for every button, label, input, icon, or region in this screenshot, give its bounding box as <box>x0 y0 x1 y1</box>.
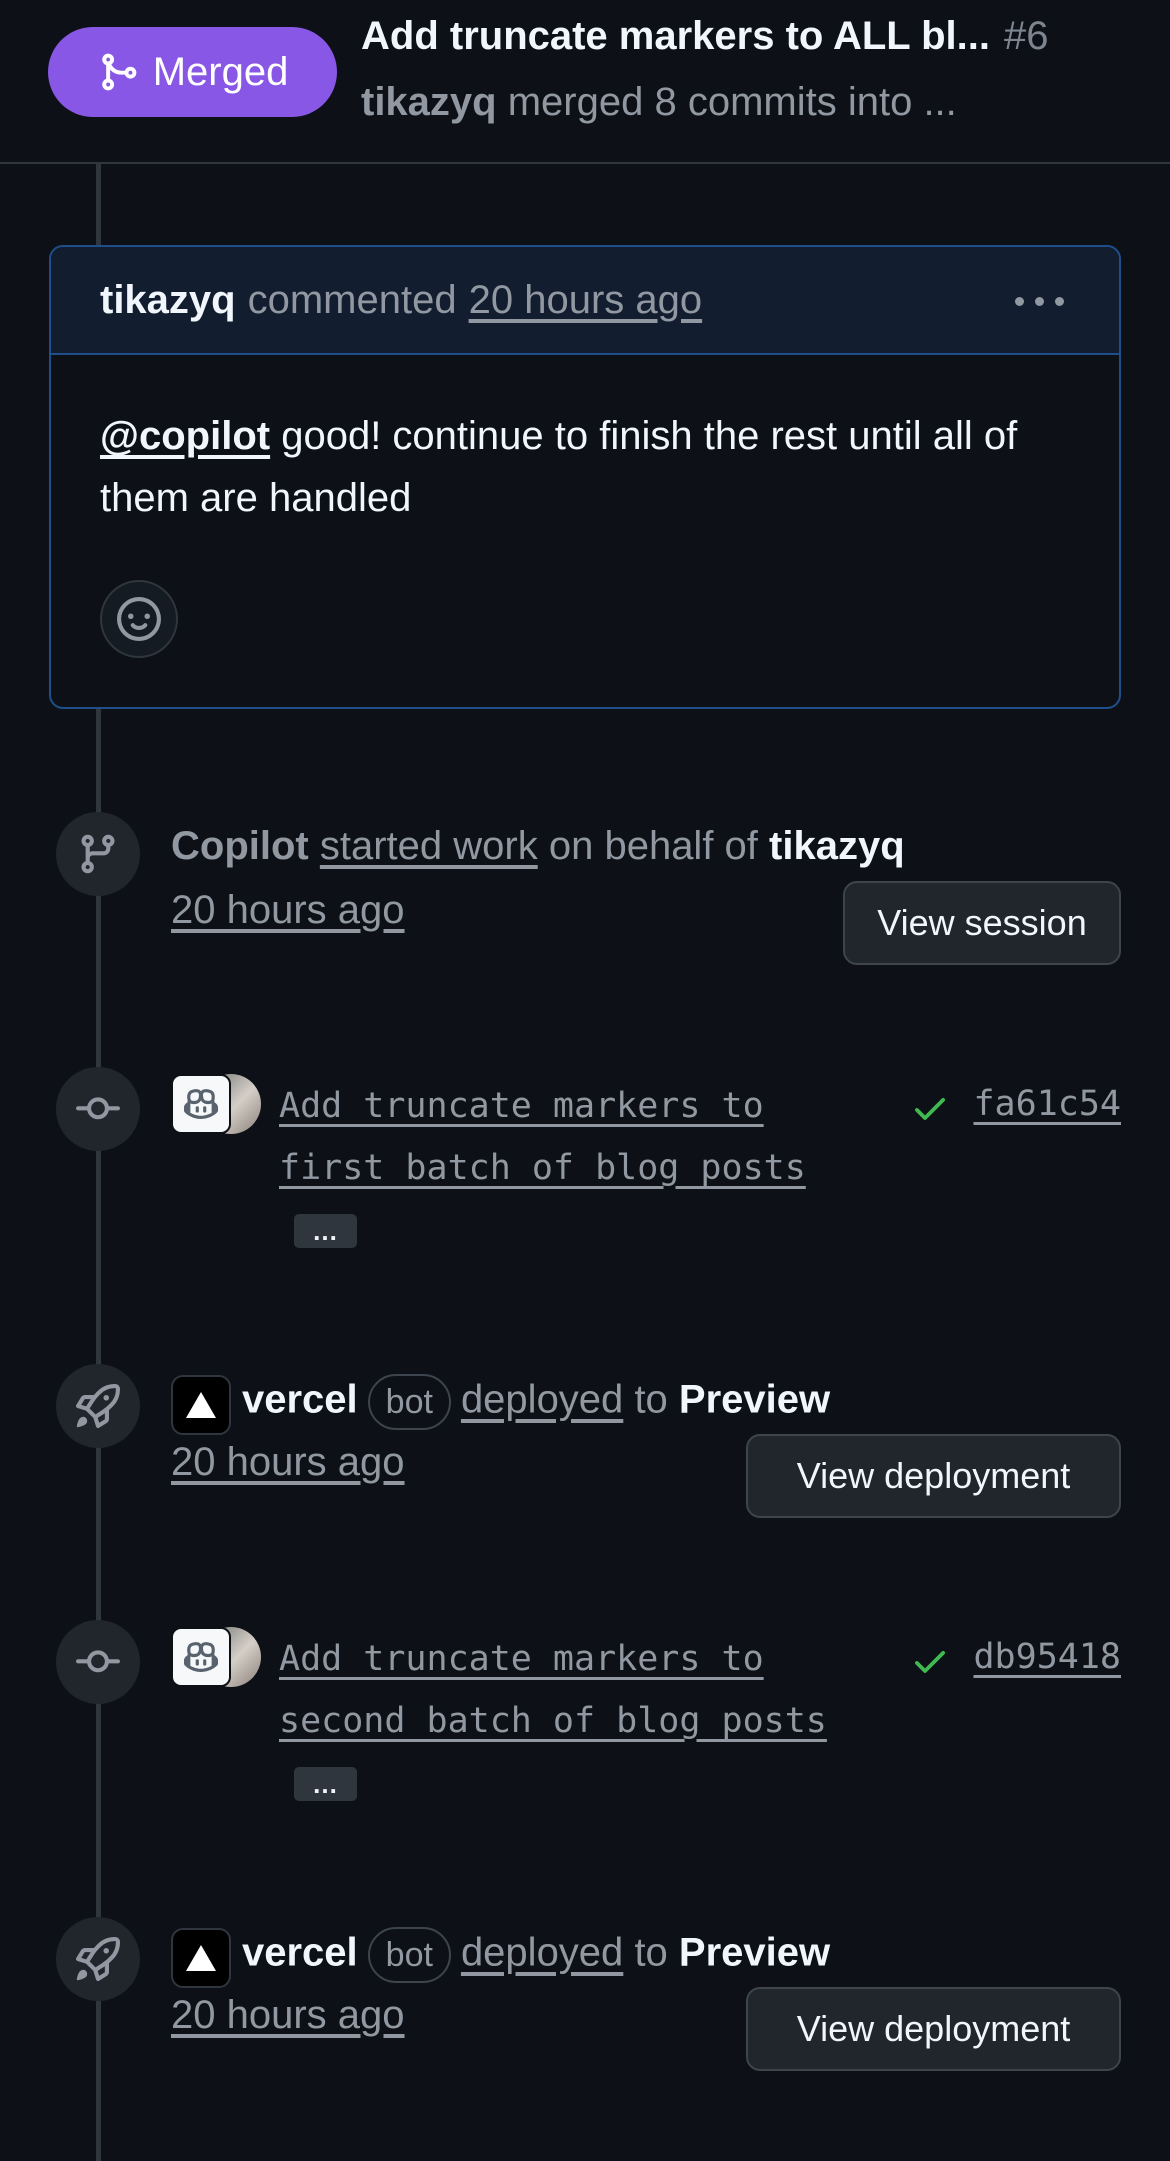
view-deployment-button[interactable]: View deployment <box>746 1987 1121 2071</box>
rocket-icon <box>56 1364 140 1448</box>
git-merge-icon <box>101 53 137 91</box>
copilot-icon <box>171 1627 231 1687</box>
view-deployment-button[interactable]: View deployment <box>746 1434 1121 1518</box>
merge-summary-text: merged 8 commits into ... <box>507 80 957 124</box>
pr-title-text: Add truncate markers to ALL bl... <box>361 14 991 58</box>
deployment-actor[interactable]: vercel <box>242 1931 358 1975</box>
session-behalf-user[interactable]: tikazyq <box>769 824 905 868</box>
deployment-event-text: vercel bot deployed to Preview <box>242 1927 830 1983</box>
deployment-to-text: to <box>634 1930 668 1975</box>
smiley-icon <box>117 597 161 641</box>
pr-title[interactable]: Add truncate markers to ALL bl... #6 <box>361 14 1161 59</box>
deployment-environment: Preview <box>678 1930 831 1975</box>
check-icon[interactable] <box>910 1088 950 1128</box>
git-commit-icon <box>56 1067 140 1151</box>
session-event-text: Copilot started work on behalf of tikazy… <box>171 824 905 869</box>
commit-message-link[interactable]: Add truncate markers to first batch of b… <box>279 1075 859 1199</box>
commit-message-line1: Add truncate markers to <box>279 1086 764 1126</box>
session-actor[interactable]: Copilot <box>171 824 309 868</box>
session-middle-text: on behalf of <box>548 824 758 868</box>
commit-authors-avatars[interactable] <box>171 1074 261 1134</box>
kebab-horizontal-icon[interactable] <box>1015 297 1064 306</box>
commit-sha-link[interactable]: fa61c54 <box>973 1084 1121 1124</box>
deployment-actor[interactable]: vercel <box>242 1378 358 1422</box>
comment-header: tikazyq commented 20 hours ago <box>51 247 1119 355</box>
deployment-environment: Preview <box>678 1377 831 1422</box>
bot-badge: bot <box>367 1927 451 1983</box>
add-reaction-button[interactable] <box>100 580 178 658</box>
deployment-to-text: to <box>634 1377 668 1422</box>
commit-message-line2: second batch of blog posts <box>279 1701 827 1741</box>
merged-badge-label: Merged <box>152 49 289 94</box>
copilot-icon <box>171 1074 231 1134</box>
deployed-link[interactable]: deployed <box>461 1378 623 1422</box>
comment-card: tikazyq commented 20 hours ago @copilot … <box>49 245 1121 709</box>
commit-sha-link[interactable]: db95418 <box>973 1637 1121 1677</box>
deployment-timestamp[interactable]: 20 hours ago <box>171 1993 405 2038</box>
session-action-link[interactable]: started work <box>320 824 538 868</box>
view-session-button[interactable]: View session <box>843 881 1121 965</box>
deployed-link[interactable]: deployed <box>461 1931 623 1975</box>
git-commit-icon <box>56 1620 140 1704</box>
comment-action: commented <box>247 277 457 322</box>
pr-number: #6 <box>1004 14 1049 58</box>
pr-merge-summary: tikazyq merged 8 commits into ... <box>361 80 957 125</box>
vercel-triangle-icon[interactable] <box>171 1928 231 1988</box>
pr-header: Merged Add truncate markers to ALL bl...… <box>0 0 1170 164</box>
merged-status-badge: Merged <box>48 27 337 117</box>
merger-name[interactable]: tikazyq <box>361 80 497 124</box>
comment-body: @copilot good! continue to finish the re… <box>51 355 1119 529</box>
deployment-event-text: vercel bot deployed to Preview <box>242 1374 830 1430</box>
expand-commit-button[interactable]: ... <box>294 1767 357 1801</box>
commit-authors-avatars[interactable] <box>171 1627 261 1687</box>
git-branch-icon <box>56 812 140 896</box>
bot-badge: bot <box>367 1374 451 1430</box>
commit-message-link[interactable]: Add truncate markers to second batch of … <box>279 1628 859 1752</box>
rocket-icon <box>56 1917 140 2001</box>
session-timestamp[interactable]: 20 hours ago <box>171 888 405 933</box>
expand-commit-button[interactable]: ... <box>294 1214 357 1248</box>
comment-author[interactable]: tikazyq <box>100 278 236 323</box>
check-icon[interactable] <box>910 1641 950 1681</box>
comment-timestamp[interactable]: 20 hours ago <box>469 278 703 323</box>
deployment-timestamp[interactable]: 20 hours ago <box>171 1440 405 1485</box>
vercel-triangle-icon[interactable] <box>171 1375 231 1435</box>
mention-link[interactable]: @copilot <box>100 414 270 458</box>
commit-message-line2: first batch of blog posts <box>279 1148 806 1188</box>
commit-message-line1: Add truncate markers to <box>279 1639 764 1679</box>
